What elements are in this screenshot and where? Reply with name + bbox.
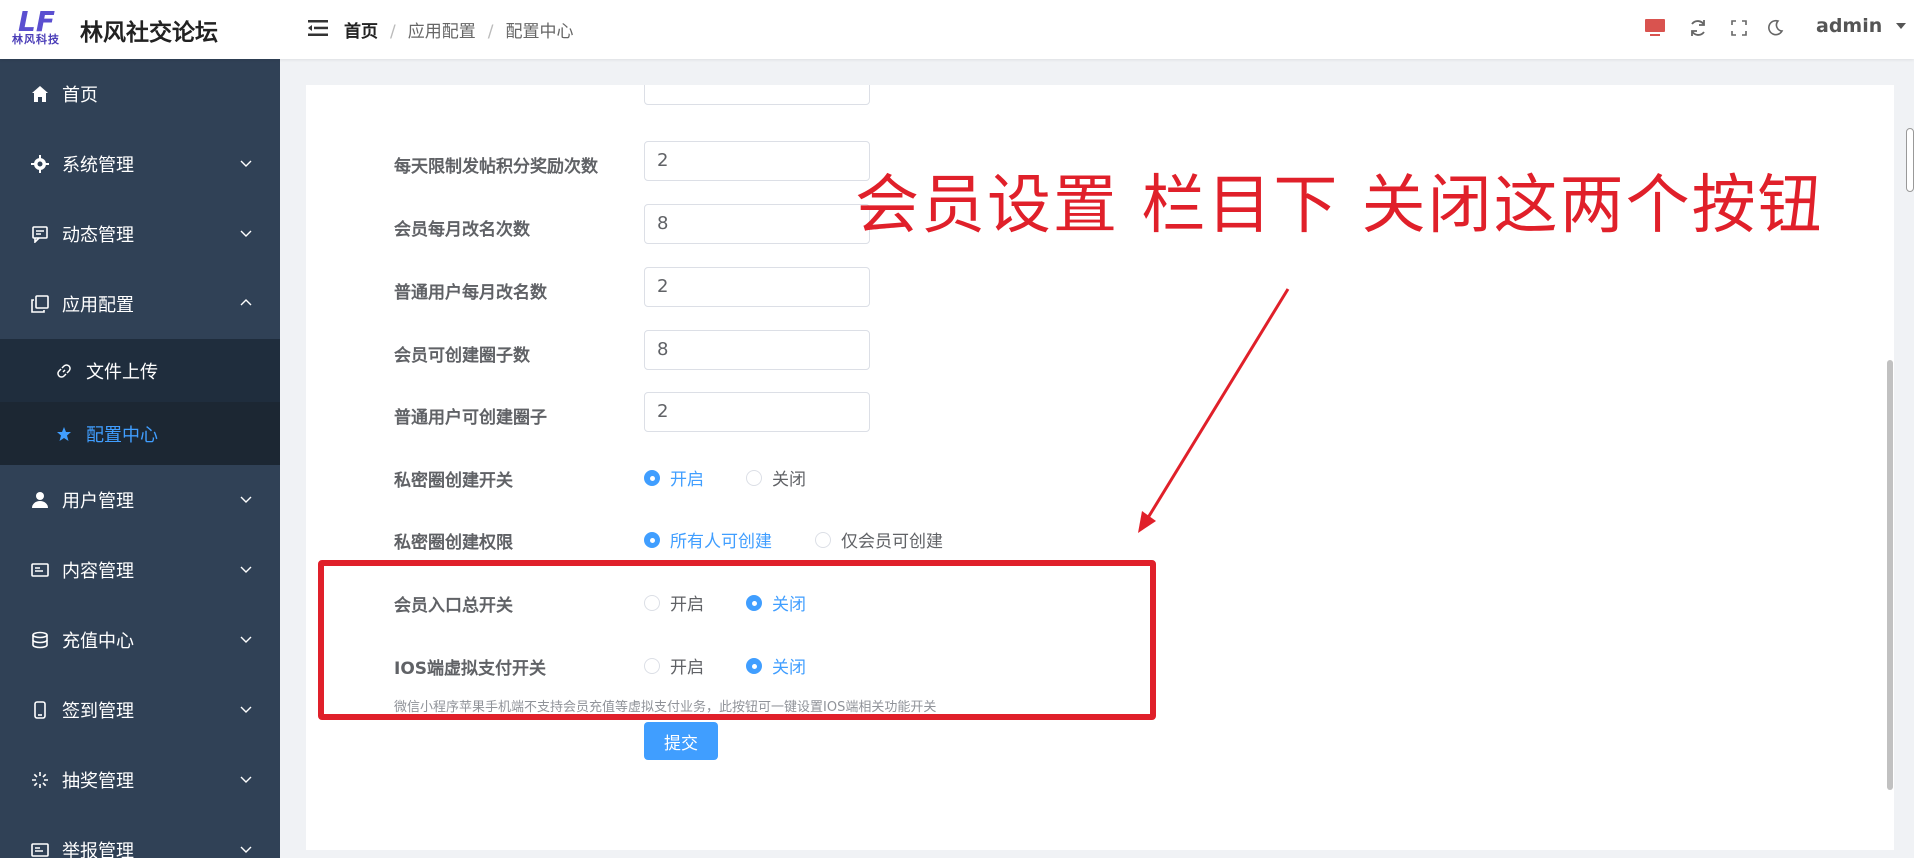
breadcrumb-config-center: 配置中心 [505,22,574,42]
sidebar-item-label: 抽奖管理 [62,771,134,792]
field-label: 普通用户可创建圈子 [394,408,547,428]
gear-icon [30,154,50,174]
chevron-down-icon [1895,23,1906,29]
sidebar-item-app-config[interactable]: 应用配置 [0,269,280,339]
content-icon [30,560,50,580]
sidebar-item-content[interactable]: 内容管理 [0,535,280,605]
side-handle[interactable] [1906,128,1914,192]
sidebar-item-dynamics[interactable]: 动态管理 [0,199,280,269]
chevron-up-icon [240,299,252,306]
home-icon [30,84,50,104]
private-circle-all-radio[interactable]: 所有人可创建 [644,527,772,552]
sidebar-item-users[interactable]: 用户管理 [0,465,280,535]
star-icon [56,425,74,443]
user-icon [30,490,50,510]
field-label: 会员可创建圈子数 [394,346,530,366]
field-label: IOS端虚拟支付开关 [394,659,547,679]
sidebar-item-config-center[interactable]: 配置中心 [0,402,280,465]
vip-circle-count-input[interactable]: 8 [644,330,870,370]
sidebar-item-report[interactable]: 举报管理 [0,815,280,858]
link-icon [56,362,74,380]
submit-button[interactable]: 提交 [644,722,718,760]
user-circle-count-input[interactable]: 2 [644,392,870,432]
loading-icon [30,770,50,790]
sidebar-item-file-upload[interactable]: 文件上传 [0,339,280,402]
sidebar: 首页 系统管理 动态管理 应用配置 文件上传 配置中心 用户管理 内容管理 充值… [0,59,280,858]
top-bar: LF 林风科技 林风社交论坛 首页 / 应用配置 / 配置中心 admin [0,0,1914,59]
form-row: 会员可创建圈子数 8 [306,330,1306,374]
vip-entry-off-radio[interactable]: 关闭 [746,590,806,615]
sidebar-item-label: 首页 [62,85,98,106]
sidebar-item-label: 举报管理 [62,841,134,858]
logo-subtitle: 林风科技 [12,33,60,46]
ios-virtual-pay-off-radio[interactable]: 关闭 [746,653,806,678]
field-label: 会员每月改名次数 [394,220,530,240]
form-row: 私密圈创建权限 所有人可创建 仅会员可创建 [306,517,1306,561]
chevron-down-icon [240,496,252,503]
chevron-down-icon [240,636,252,643]
form-row: 普通用户每月改名数 2 [306,267,1306,311]
sidebar-item-label: 应用配置 [62,295,134,316]
field-label: 私密圈创建开关 [394,471,513,491]
sidebar-item-system[interactable]: 系统管理 [0,129,280,199]
sidebar-item-label: 配置中心 [86,424,158,446]
refresh-icon[interactable] [1686,16,1710,40]
monitor-icon[interactable] [1643,16,1667,40]
sidebar-item-label: 签到管理 [62,701,134,722]
fullscreen-icon[interactable] [1727,16,1751,40]
breadcrumb-app-config[interactable]: 应用配置 [408,22,476,42]
breadcrumb-home[interactable]: 首页 [344,22,378,42]
phone-icon [30,700,50,720]
sidebar-item-label: 动态管理 [62,225,134,246]
field-label: 私密圈创建权限 [394,533,513,553]
private-circle-vip-radio[interactable]: 仅会员可创建 [815,527,943,552]
database-icon [30,630,50,650]
sidebar-item-label: 文件上传 [86,361,158,383]
ios-virtual-pay-on-radio[interactable]: 开启 [644,653,704,678]
chevron-down-icon [240,776,252,783]
chevron-down-icon [240,846,252,853]
menu-toggle-icon[interactable] [308,18,328,38]
chevron-down-icon [240,160,252,167]
form-row: 私密圈创建开关 开启 关闭 [306,455,1306,499]
form-row: 会员入口总开关 开启 关闭 [306,580,1306,624]
sidebar-item-recharge[interactable]: 充值中心 [0,605,280,675]
username: admin [1816,15,1883,37]
form-row: IOS端虚拟支付开关 开启 关闭 [306,643,1306,687]
message-icon [30,224,50,244]
form-row: 普通用户可创建圈子 2 [306,392,1306,436]
chevron-down-icon [240,230,252,237]
daily-post-reward-limit-input[interactable]: 2 [644,141,870,181]
private-circle-off-radio[interactable]: 关闭 [746,465,806,490]
user-rename-count-input[interactable]: 2 [644,267,870,307]
sidebar-item-home[interactable]: 首页 [0,59,280,129]
copy-icon [30,294,50,314]
field-label: 会员入口总开关 [394,596,513,616]
text-input-partial[interactable] [644,85,870,105]
site-title: 林风社交论坛 [80,20,218,46]
ios-pay-hint: 微信小程序苹果手机端不支持会员充值等虚拟支付业务，此按钮可一键设置IOS端相关功… [394,700,937,715]
vip-rename-count-input[interactable]: 8 [644,204,870,244]
sidebar-item-lottery[interactable]: 抽奖管理 [0,745,280,815]
sidebar-item-label: 系统管理 [62,155,134,176]
user-menu[interactable]: admin [1816,15,1907,37]
private-circle-on-radio[interactable]: 开启 [644,465,704,490]
scrollbar[interactable] [1887,360,1893,790]
chevron-down-icon [240,706,252,713]
sidebar-item-signin[interactable]: 签到管理 [0,675,280,745]
sidebar-item-label: 用户管理 [62,491,134,512]
vip-entry-on-radio[interactable]: 开启 [644,590,704,615]
logo: LF 林风科技 林风社交论坛 [0,0,280,59]
breadcrumb: 首页 / 应用配置 / 配置中心 [344,22,574,42]
field-label: 普通用户每月改名数 [394,283,547,303]
field-label: 每天限制发帖积分奖励次数 [394,157,598,177]
chevron-down-icon [240,566,252,573]
sidebar-item-label: 充值中心 [62,631,134,652]
theme-moon-icon[interactable] [1763,16,1787,40]
annotation-text: 会员设置 栏目下 关闭这两个按钮 [855,169,1824,243]
sidebar-item-label: 内容管理 [62,561,134,582]
report-icon [30,840,50,858]
